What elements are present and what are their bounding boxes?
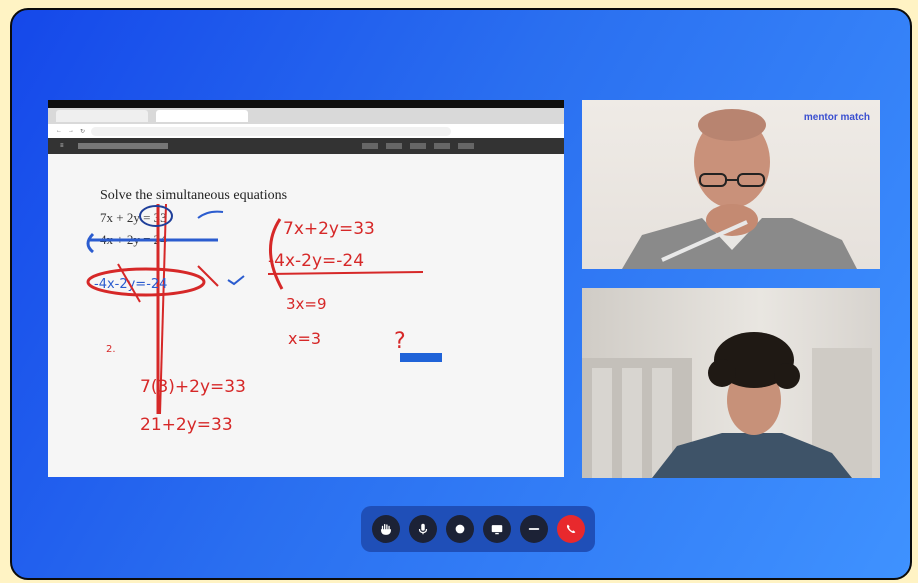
back-icon: ← bbox=[56, 128, 62, 134]
pdf-title bbox=[77, 143, 168, 149]
microphone-button[interactable] bbox=[408, 515, 437, 543]
red-equation-1: 7x+2y=33 bbox=[283, 219, 375, 239]
screen-share-button[interactable] bbox=[482, 515, 511, 543]
rotate-button[interactable] bbox=[457, 143, 474, 149]
raise-hand-icon bbox=[380, 523, 391, 535]
camera-icon bbox=[455, 524, 464, 534]
url-input[interactable] bbox=[91, 126, 452, 136]
microphone-icon bbox=[418, 523, 427, 535]
red-sum: 3x=9 bbox=[286, 295, 327, 313]
pdf-toolbar: ≡ bbox=[48, 138, 564, 154]
end-call-icon bbox=[566, 524, 575, 534]
reload-icon: ↻ bbox=[80, 128, 86, 135]
red-equation-2: -4x-2y=-24 bbox=[268, 251, 364, 271]
camera-button[interactable] bbox=[445, 515, 474, 543]
student-video-tile[interactable] bbox=[582, 288, 880, 478]
screen-share-icon bbox=[491, 525, 502, 535]
mentor-video bbox=[622, 109, 857, 269]
screen-share-view[interactable]: ← → ↻ ≡ Solve the simultaneous equations… bbox=[48, 100, 564, 477]
browser-tab-active[interactable] bbox=[156, 110, 248, 122]
zoom-out-button[interactable] bbox=[385, 143, 402, 149]
mentor-video-tile[interactable]: mentor match bbox=[582, 100, 880, 269]
handwriting-ink: 7x + 2y = 33 4x + 2y = 24 -4x-2y=-24 7x+… bbox=[86, 203, 424, 435]
browser-tab-strip bbox=[48, 108, 564, 124]
raise-hand-button[interactable] bbox=[371, 515, 400, 543]
red-substitution-1: 7(3)+2y=33 bbox=[140, 377, 246, 397]
more-icon bbox=[528, 528, 539, 530]
fit-page-button[interactable] bbox=[433, 143, 450, 149]
browser-url-bar: ← → ↻ bbox=[48, 124, 564, 138]
share-top-bar bbox=[48, 100, 564, 108]
call-controls-bar bbox=[361, 506, 595, 552]
red-question: ? bbox=[394, 329, 406, 354]
page-number-field[interactable] bbox=[361, 143, 378, 149]
pdf-controls bbox=[361, 143, 474, 149]
call-window: ← → ↻ ≡ Solve the simultaneous equations… bbox=[10, 8, 912, 580]
more-options-button[interactable] bbox=[519, 515, 548, 543]
blue-highlight-box bbox=[400, 353, 442, 362]
red-x-value: x=3 bbox=[288, 329, 321, 348]
student-video bbox=[582, 332, 872, 478]
zoom-level[interactable] bbox=[409, 143, 426, 149]
note-mark: 2. bbox=[106, 344, 116, 355]
red-substitution-2: 21+2y=33 bbox=[140, 415, 233, 435]
end-call-button[interactable] bbox=[556, 515, 585, 543]
forward-icon: → bbox=[68, 128, 74, 134]
brand-logo-text: mentor match bbox=[803, 112, 870, 123]
browser-tab[interactable] bbox=[56, 110, 148, 122]
menu-icon[interactable]: ≡ bbox=[60, 143, 64, 149]
